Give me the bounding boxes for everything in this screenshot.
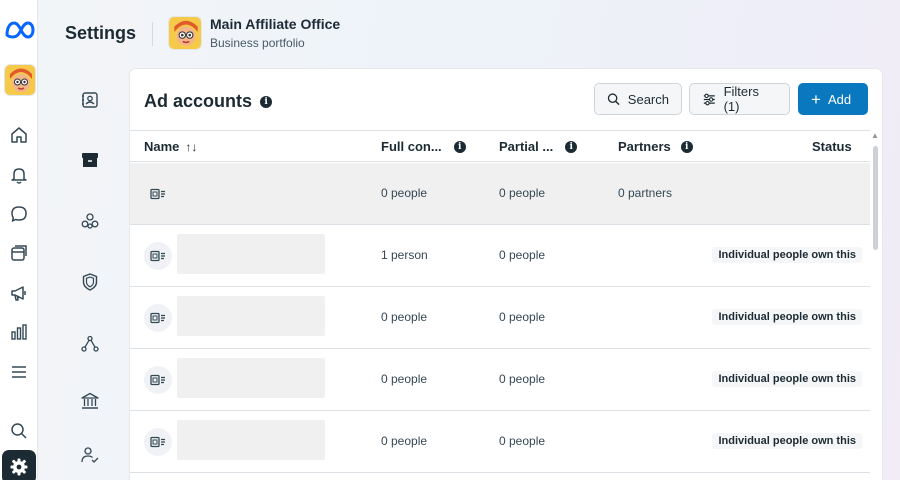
column-header-label: Partners [618, 139, 671, 154]
meta-logo-icon[interactable] [4, 20, 36, 40]
info-icon[interactable]: i [453, 140, 466, 153]
menu-icon[interactable] [7, 360, 31, 384]
filters-button-label: Filters (1) [723, 84, 759, 114]
full-control-cell: 0 people [381, 310, 428, 324]
ad-account-icon [144, 304, 172, 332]
search-button-label: Search [627, 91, 669, 107]
chat-icon[interactable] [7, 202, 31, 226]
status-badge: Individual people own this [712, 371, 862, 387]
partial-access-cell: 0 people [499, 372, 546, 386]
ad-account-name-placeholder[interactable] [177, 358, 325, 398]
add-button-label: Add [827, 91, 852, 107]
pages-icon[interactable] [7, 241, 31, 265]
table-row[interactable]: 0 people 0 people 0 partners [130, 163, 870, 225]
scrollbar-thumb[interactable] [873, 146, 878, 250]
full-control-cell: 0 people [381, 434, 428, 448]
business-portfolio-name[interactable]: Main Affiliate Office [210, 16, 340, 32]
column-header-partial-access[interactable]: Partial ... i [499, 139, 578, 154]
filter-sliders-icon [703, 93, 715, 105]
contact-card-icon[interactable] [78, 88, 102, 112]
user-check-icon[interactable] [78, 443, 102, 467]
people-group-icon[interactable] [78, 209, 102, 233]
business-portfolio-avatar[interactable] [168, 16, 202, 50]
bell-icon[interactable] [7, 163, 31, 187]
card-title: Ad accounts i [144, 91, 273, 112]
ad-account-name-placeholder[interactable] [177, 234, 325, 274]
table-row[interactable]: 0 people 0 people Individual people own th… [130, 411, 870, 473]
ad-account-icon [144, 428, 172, 456]
scroll-up-arrow-icon[interactable]: ▲ [871, 132, 879, 140]
column-header-label: Status [812, 139, 852, 154]
bar-chart-icon[interactable] [7, 320, 31, 344]
status-badge: Individual people own this [712, 433, 862, 449]
global-nav-rail [0, 0, 38, 480]
full-control-cell: 1 person [381, 248, 428, 262]
info-icon[interactable]: i [260, 95, 273, 108]
info-icon[interactable]: i [565, 140, 578, 153]
ad-account-icon [144, 366, 172, 394]
gear-icon[interactable] [2, 450, 36, 480]
add-button[interactable]: + Add [798, 83, 868, 115]
business-portfolio-subtitle: Business portfolio [210, 36, 305, 50]
column-header-name[interactable]: Name ↑↓ [144, 139, 197, 154]
partial-access-cell: 0 people [499, 310, 546, 324]
table-row[interactable]: 0 people 0 people Individual people own th… [130, 287, 870, 349]
plus-icon: + [811, 89, 821, 109]
search-button[interactable]: Search [594, 83, 682, 115]
network-icon[interactable] [78, 332, 102, 356]
status-badge: Individual people own this [712, 309, 862, 325]
search-icon[interactable] [7, 419, 31, 443]
page-title: Settings [65, 23, 137, 43]
column-header-label: Partial ... [499, 139, 554, 154]
partial-access-cell: 0 people [499, 434, 546, 448]
table-row[interactable]: 0 people 0 people Individual people own th… [130, 349, 870, 411]
status-badge: Individual people own this [712, 247, 862, 263]
column-header-partners[interactable]: Partners i [618, 139, 693, 154]
business-avatar[interactable] [4, 64, 36, 96]
partners-cell: 0 partners [618, 186, 673, 200]
ad-account-name-placeholder[interactable] [177, 296, 325, 336]
home-icon[interactable] [7, 123, 31, 147]
table-row[interactable]: 1 person 0 people Individual people own th… [130, 225, 870, 287]
ad-accounts-card: Ad accounts i Search Filters (1) + Add N… [130, 69, 882, 480]
search-icon [607, 92, 620, 105]
column-header-label: Name [144, 139, 180, 154]
partial-access-cell: 0 people [499, 186, 546, 200]
ad-account-name-placeholder[interactable] [177, 420, 325, 460]
info-icon[interactable]: i [680, 140, 693, 153]
column-header-full-control[interactable]: Full con... i [381, 139, 466, 154]
column-header-label: Full con... [381, 139, 442, 154]
full-control-cell: 0 people [381, 186, 428, 200]
card-title-text: Ad accounts [144, 91, 253, 111]
archive-box-icon[interactable] [78, 148, 102, 172]
ad-account-icon [144, 242, 172, 270]
header-divider [152, 22, 153, 46]
table-header: Name ↑↓ Full con... i Partial ... i Part… [130, 130, 870, 162]
bank-icon[interactable] [78, 389, 102, 413]
partial-access-cell: 0 people [499, 248, 546, 262]
column-header-status[interactable]: Status [812, 139, 852, 154]
filters-button[interactable]: Filters (1) [689, 83, 790, 115]
shield-icon[interactable] [78, 270, 102, 294]
ad-account-icon [144, 180, 172, 208]
megaphone-icon[interactable] [7, 281, 31, 305]
full-control-cell: 0 people [381, 372, 428, 386]
sort-arrows-icon[interactable]: ↑↓ [185, 140, 197, 154]
